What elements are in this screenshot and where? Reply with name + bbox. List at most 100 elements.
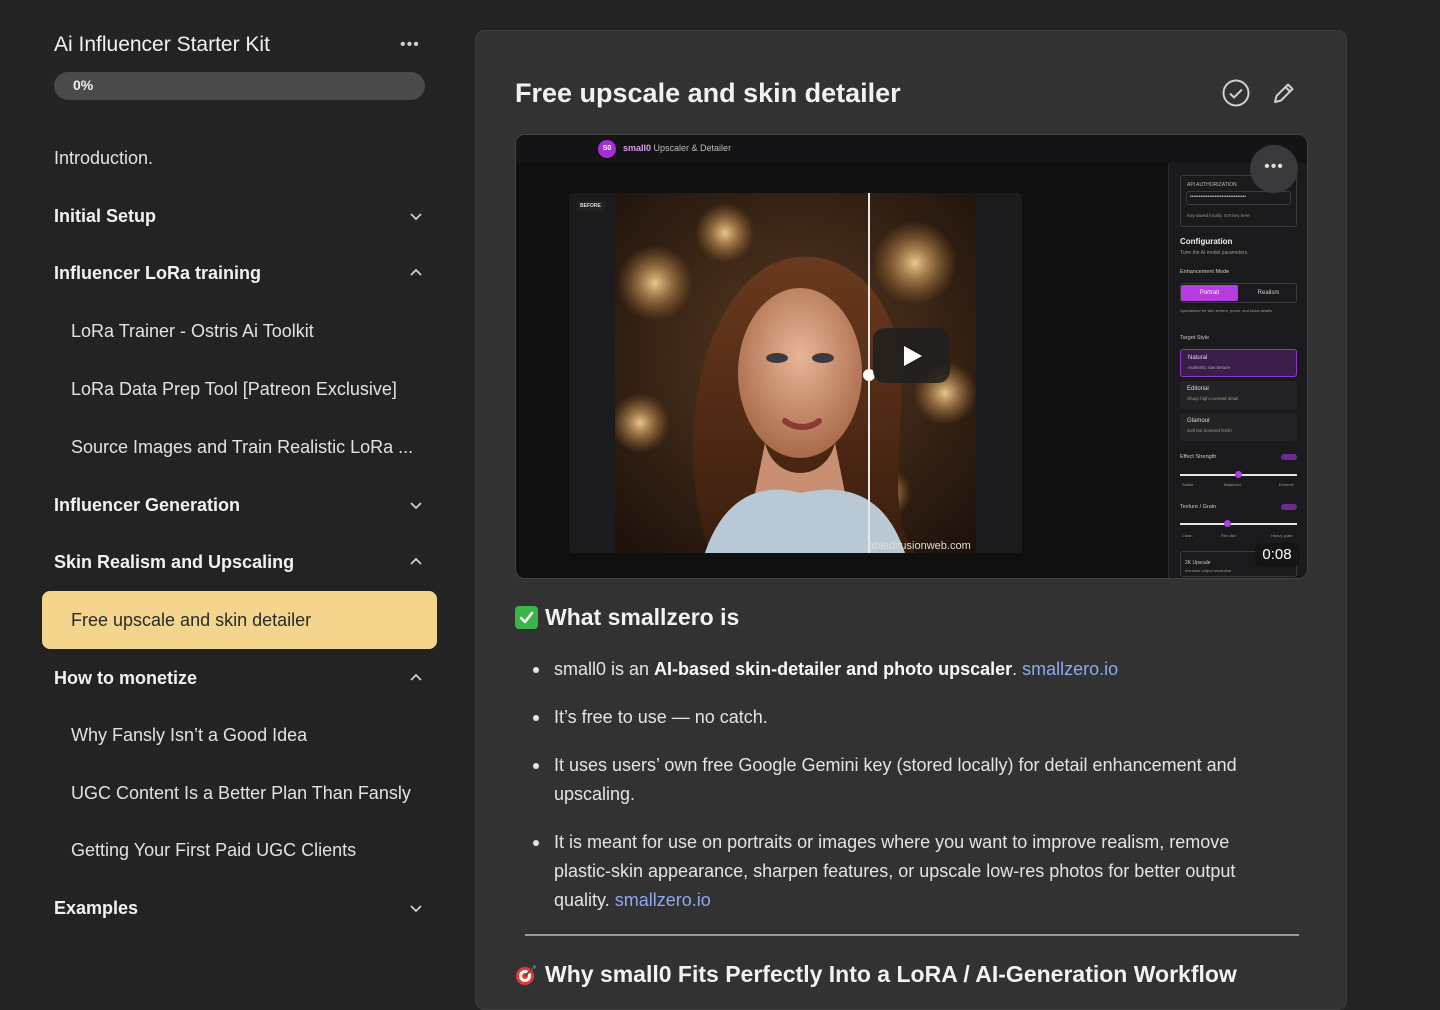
video-settings-panel: API AUTHORIZATION ••••••••••••••••••••••… — [1168, 163, 1307, 578]
nav-item-label: Source Images and Train Realistic LoRa .… — [71, 436, 414, 457]
lesson-card: Free upscale and skin detailer S0 small0… — [475, 30, 1347, 1010]
chevron-up-icon — [410, 673, 422, 681]
texture-label: Texture / Grain — [1180, 504, 1217, 510]
target-emoji-icon — [515, 963, 538, 986]
nav-item-source-images[interactable]: Source Images and Train Realistic LoRa .… — [71, 427, 451, 467]
nav-item-label: Why Fansly Isn’t a Good Idea — [71, 724, 308, 745]
style-glamour: Glamour Soft but textured finish — [1180, 413, 1297, 441]
chevron-down-icon — [410, 213, 422, 221]
mode-note: Specialized for skin texture, pores, and… — [1180, 308, 1274, 313]
nav-section-lora-training[interactable]: Influencer LoRa training — [54, 253, 434, 293]
style-glamour-title: Glamour — [1187, 418, 1211, 424]
mode-label: Enhancement Mode — [1180, 269, 1230, 275]
nav-item-introduction[interactable]: Introduction. — [54, 138, 434, 178]
nav-section-influencer-generation[interactable]: Influencer Generation — [54, 485, 434, 525]
effect-subtle: Subtle — [1182, 482, 1194, 487]
smallzero-link[interactable]: smallzero.io — [615, 890, 711, 910]
course-title: Ai Influencer Starter Kit — [54, 33, 270, 56]
bullet-text: It’s free to use — no catch. — [554, 707, 768, 727]
nav-item-label: Introduction. — [54, 147, 154, 168]
section-divider — [525, 934, 1299, 936]
chevron-down-icon — [410, 905, 422, 913]
nav-item-ugc-better[interactable]: UGC Content Is a Better Plan Than Fansly — [71, 773, 451, 813]
texture-value-pill — [1281, 504, 1297, 510]
image-watermark: abledifusionweb.com — [868, 540, 971, 552]
section-heading-text: Why small0 Fits Perfectly Into a LoRA / … — [545, 961, 1237, 987]
nav-section-label: How to monetize — [54, 667, 197, 688]
nav-item-label: Getting Your First Paid UGC Clients — [71, 839, 357, 860]
chevron-down-icon — [410, 502, 422, 510]
api-auth-label: API AUTHORIZATION — [1187, 182, 1237, 188]
effect-value-pill — [1281, 454, 1297, 460]
more-options-icon[interactable]: ••• — [400, 36, 426, 56]
upscale-sub: Increase output resolution — [1185, 568, 1232, 573]
api-key-note: Key saved locally. Get key here — [1187, 213, 1250, 218]
nav-section-label: Influencer Generation — [54, 494, 241, 515]
nav-section-label: Influencer LoRa training — [54, 262, 262, 283]
texture-clean: Clean — [1182, 533, 1193, 538]
video-app-title: small0 Upscaler & Detailer — [623, 143, 731, 153]
nav-section-label: Examples — [54, 897, 139, 918]
effect-extreme: Extreme — [1279, 482, 1294, 487]
check-mark-emoji-icon — [515, 606, 538, 629]
style-editorial-title: Editorial — [1187, 386, 1209, 392]
texture-heavy: Heavy grain — [1271, 533, 1293, 538]
nav-item-first-ugc[interactable]: Getting Your First Paid UGC Clients — [71, 830, 451, 870]
style-label: Target Style — [1180, 335, 1210, 341]
progress-percent: 0% — [73, 77, 94, 93]
smallzero-link[interactable]: smallzero.io — [1022, 659, 1118, 679]
chevron-up-icon — [410, 557, 422, 565]
config-subtitle: Tune the AI model parameters. — [1180, 250, 1249, 256]
list-item: It’s free to use — no catch. — [533, 703, 1283, 732]
nav-item-label: LoRa Trainer - Ostris Ai Toolkit — [71, 320, 314, 341]
list-item: It is meant for use on portraits or imag… — [533, 828, 1283, 915]
effect-balanced: Balanced — [1224, 482, 1241, 487]
video-timestamp: 0:08 — [1255, 543, 1299, 567]
nav-section-monetize[interactable]: How to monetize — [54, 658, 434, 698]
play-button[interactable] — [873, 328, 950, 383]
app-brand: small0 — [623, 143, 652, 153]
section-heading-why-small0: Why small0 Fits Perfectly Into a LoRA / … — [515, 961, 1237, 988]
mode-portrait: Portrait — [1181, 285, 1238, 301]
style-glamour-sub: Soft but textured finish — [1187, 428, 1232, 433]
chevron-up-icon — [410, 268, 422, 276]
api-key-mask: •••••••••••••••••••••••••••••••• — [1190, 194, 1247, 200]
nav-item-label: LoRa Data Prep Tool [Patreon Exclusive] — [71, 378, 397, 399]
style-editorial-sub: Sharp high-contrast detail — [1187, 396, 1239, 401]
edit-pencil-icon[interactable] — [1270, 79, 1298, 107]
bullet-text: . — [1012, 659, 1023, 679]
nav-item-free-upscale-active[interactable]: Free upscale and skin detailer — [42, 591, 437, 649]
style-natural-sub: Authentic raw texture — [1188, 365, 1231, 370]
nav-item-label: Free upscale and skin detailer — [71, 609, 312, 630]
effect-label: Effect Strength — [1180, 454, 1217, 460]
section-heading-text: What smallzero is — [545, 604, 740, 630]
nav-section-initial-setup[interactable]: Initial Setup — [54, 196, 434, 236]
lesson-title: Free upscale and skin detailer — [515, 78, 901, 108]
nav-section-skin-realism[interactable]: Skin Realism and Upscaling — [54, 542, 434, 582]
effect-slider-knob — [1235, 471, 1242, 478]
mark-complete-icon[interactable] — [1221, 78, 1251, 108]
video-app-topbar: S0 small0 Upscaler & Detailer — [516, 135, 1307, 163]
app-logo: S0 — [598, 140, 616, 158]
config-title: Configuration — [1180, 237, 1233, 246]
nav-item-why-fansly[interactable]: Why Fansly Isn’t a Good Idea — [71, 715, 451, 755]
lesson-video-player[interactable]: S0 small0 Upscaler & Detailer BEFORE abl… — [515, 134, 1308, 579]
nav-section-label: Initial Setup — [54, 205, 157, 226]
before-badge: BEFORE — [576, 201, 605, 211]
bullet-bold-text: AI-based skin-detailer and photo upscale… — [654, 659, 1013, 679]
video-more-options-icon[interactable]: ••• — [1250, 145, 1298, 193]
style-natural-title: Natural — [1188, 355, 1208, 361]
nav-section-examples[interactable]: Examples — [54, 888, 434, 928]
nav-section-label: Skin Realism and Upscaling — [54, 551, 295, 572]
section-heading-what-smallzero: What smallzero is — [515, 604, 739, 631]
mode-realism: Realism — [1257, 290, 1280, 296]
list-item: It uses users’ own free Google Gemini ke… — [533, 751, 1283, 809]
texture-slider-knob — [1224, 520, 1231, 527]
texture-slider-track — [1180, 523, 1297, 525]
nav-item-lora-trainer[interactable]: LoRa Trainer - Ostris Ai Toolkit — [71, 311, 451, 351]
bullet-text: small0 is an — [554, 659, 655, 679]
list-item: small0 is an AI-based skin-detailer and … — [533, 655, 1283, 684]
nav-item-lora-data-prep[interactable]: LoRa Data Prep Tool [Patreon Exclusive] — [71, 369, 451, 409]
course-sidebar: Ai Influencer Starter Kit ••• 0% Introdu… — [0, 0, 460, 991]
app-title-suffix: Upscaler & Detailer — [651, 143, 732, 153]
